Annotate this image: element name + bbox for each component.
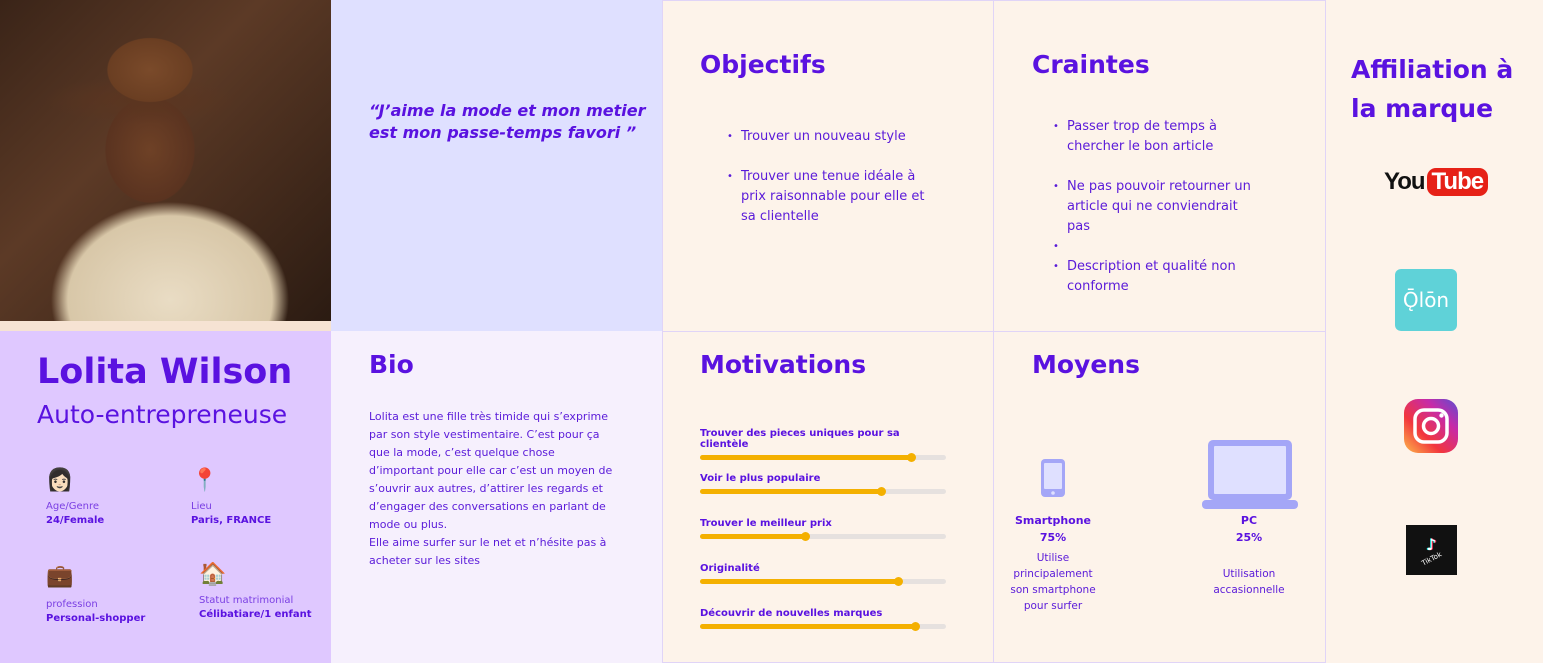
list-item: Description et qualité non conforme [1053,257,1253,297]
profession-value: Personal-shopper [46,613,146,624]
motivation-fill [700,532,810,541]
motivation-item: Voir le plus populaire [700,473,946,518]
youtube-you: You [1384,168,1426,195]
age-value: 24/Female [46,515,105,526]
age-attribute: 👩🏻 Age/Genre 24/Female [46,468,104,526]
motivation-track [700,487,946,496]
list-item: Passer trop de temps à chercher le bon a… [1053,117,1253,157]
device-smartphone: Smartphone 75% Utilise principalement so… [1003,514,1103,614]
list-item: Trouver un nouveau style [727,127,937,147]
list-item [1053,237,1253,257]
persona-name: Lolita Wilson [37,352,293,392]
instagram-logo [1404,399,1458,453]
moyens-title: Moyens [1032,350,1140,379]
list-item: Ne pas pouvoir retourner un article qui … [1053,177,1253,237]
craintes-title: Craintes [1032,50,1150,79]
location-label: Lieu [191,501,212,512]
persona-photo [0,0,331,321]
motivation-fill [700,487,887,496]
motivation-track [700,532,946,541]
motivation-label: Découvrir de nouvelles marques [700,608,883,619]
tiktok-logo: ♪ TikTok [1406,525,1457,575]
marital-attribute: 🏠 Statut matrimonial Célibatiare/1 enfan… [199,562,312,620]
persona-role: Auto-entrepreneuse [37,400,288,429]
device-note: Utilise principalement son smartphone po… [1010,552,1096,612]
location-value: Paris, FRANCE [191,515,272,526]
motivation-track [700,622,946,631]
photo-border [0,321,331,331]
objectifs-list: Trouver un nouveau style Trouver une ten… [727,127,937,247]
woman-icon: 👩🏻 [46,468,74,493]
bio-title: Bio [369,350,414,379]
motivation-label: Originalité [700,563,760,574]
motivation-label: Voir le plus populaire [700,473,821,484]
motivations-list: Trouver des pieces uniques pour sa clien… [700,428,946,653]
motivation-track [700,453,946,462]
bio-paragraph-2: Elle aime surfer sur le net et n’hésite … [369,536,607,567]
device-note: Utilisation accasionnelle [1213,568,1285,596]
profession-label: profession [46,599,98,610]
motivation-item: Originalité [700,563,946,608]
motivation-item: Découvrir de nouvelles marques [700,608,946,653]
pin-icon: 📍 [191,468,219,493]
affiliation-title: Affiliation à la marque [1351,55,1514,123]
bio-paragraph-1: Lolita est une fille très timide qui s’e… [369,410,613,531]
age-label: Age/Genre [46,501,99,512]
device-pc: PC 25% Utilisation accasionnelle [1199,514,1299,598]
smartphone-icon [1041,459,1065,497]
craintes-list: Passer trop de temps à chercher le bon a… [1053,117,1253,297]
motivation-label: Trouver le meilleur prix [700,518,832,529]
motivation-item: Trouver le meilleur prix [700,518,946,563]
motivations-title: Motivations [700,350,867,379]
motivation-item: Trouver des pieces uniques pour sa clien… [700,428,946,473]
objectifs-title: Objectifs [700,50,826,79]
location-attribute: 📍 Lieu Paris, FRANCE [191,468,271,526]
qlon-logo: Ǭlōn [1395,269,1457,331]
device-percent: 25% [1235,531,1263,544]
persona-quote: “J’aime la mode et mon metier est mon pa… [369,101,646,142]
bio-text: Lolita est une fille très timide qui s’e… [369,408,619,570]
marital-label: Statut matrimonial [199,595,294,606]
youtube-logo: You Tube [1384,164,1489,200]
motivation-fill [700,622,921,631]
device-name: Smartphone [1014,514,1092,527]
list-item: Trouver une tenue idéale à prix raisonna… [727,167,937,227]
youtube-tube: Tube [1426,168,1489,196]
marital-value: Célibatiare/1 enfant [199,609,312,620]
tiktok-note-icon: ♪ [1426,535,1437,554]
house-icon: 🏠 [199,562,227,587]
laptop-icon [1202,440,1298,509]
briefcase-icon: 💼 [46,564,74,589]
profession-attribute: 💼 profession Personal-shopper [46,564,145,624]
device-percent: 75% [1039,531,1067,544]
motivation-label: Trouver des pieces uniques pour sa clien… [700,428,900,450]
quote-panel [331,0,662,331]
motivation-fill [700,453,916,462]
motivation-fill [700,577,904,586]
qlon-text: Ǭlōn [1402,288,1450,312]
motivation-track [700,577,946,586]
device-name: PC [1240,514,1258,527]
